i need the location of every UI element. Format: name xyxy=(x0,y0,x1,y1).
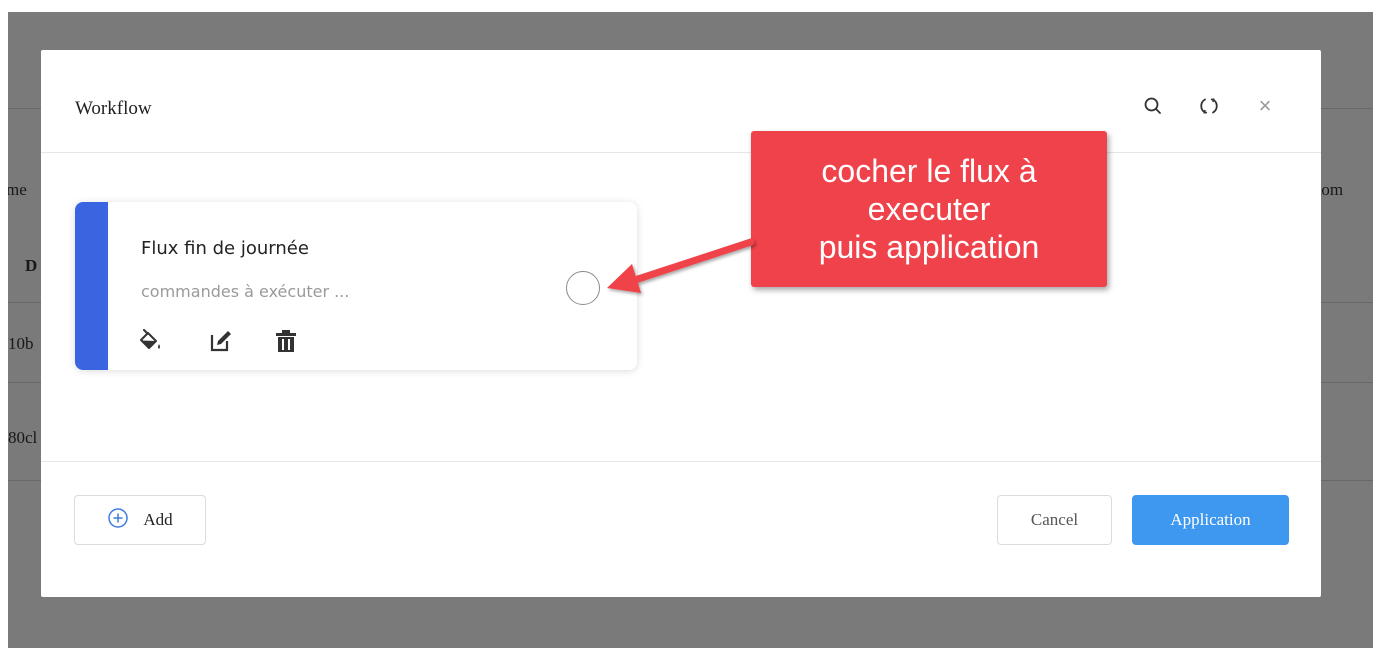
close-icon[interactable]: × xyxy=(1253,93,1277,118)
left-edge xyxy=(0,0,8,648)
refresh-icon[interactable] xyxy=(1197,94,1221,118)
workflow-modal: Workflow × Flux fin de journée commandes… xyxy=(41,50,1321,597)
workflow-title: Flux fin de journée xyxy=(141,238,309,259)
application-button[interactable]: Application xyxy=(1132,495,1289,545)
annotation-line: executer xyxy=(867,191,991,227)
annotation-callout: cocher le flux à executer puis applicati… xyxy=(751,131,1107,287)
annotation-line: cocher le flux à xyxy=(821,153,1037,189)
workflow-card[interactable]: Flux fin de journée commandes à exécuter… xyxy=(75,202,637,370)
edit-icon[interactable] xyxy=(208,328,234,354)
modal-header: Workflow × xyxy=(41,50,1321,153)
modal-title: Workflow xyxy=(75,98,152,119)
add-button[interactable]: Add xyxy=(74,495,206,545)
modal-footer xyxy=(41,461,1321,598)
workflow-description: commandes à exécuter ... xyxy=(141,282,350,301)
search-icon[interactable] xyxy=(1141,94,1165,118)
trash-icon[interactable] xyxy=(273,328,299,354)
add-button-label: Add xyxy=(143,510,173,529)
top-edge xyxy=(0,0,1373,12)
add-circle-icon xyxy=(107,507,129,534)
annotation-line: puis application xyxy=(818,229,1040,265)
cancel-button[interactable]: Cancel xyxy=(997,495,1112,545)
workflow-select-radio[interactable] xyxy=(566,271,600,305)
paint-bucket-icon[interactable] xyxy=(137,328,163,354)
card-accent-stripe xyxy=(75,202,108,370)
